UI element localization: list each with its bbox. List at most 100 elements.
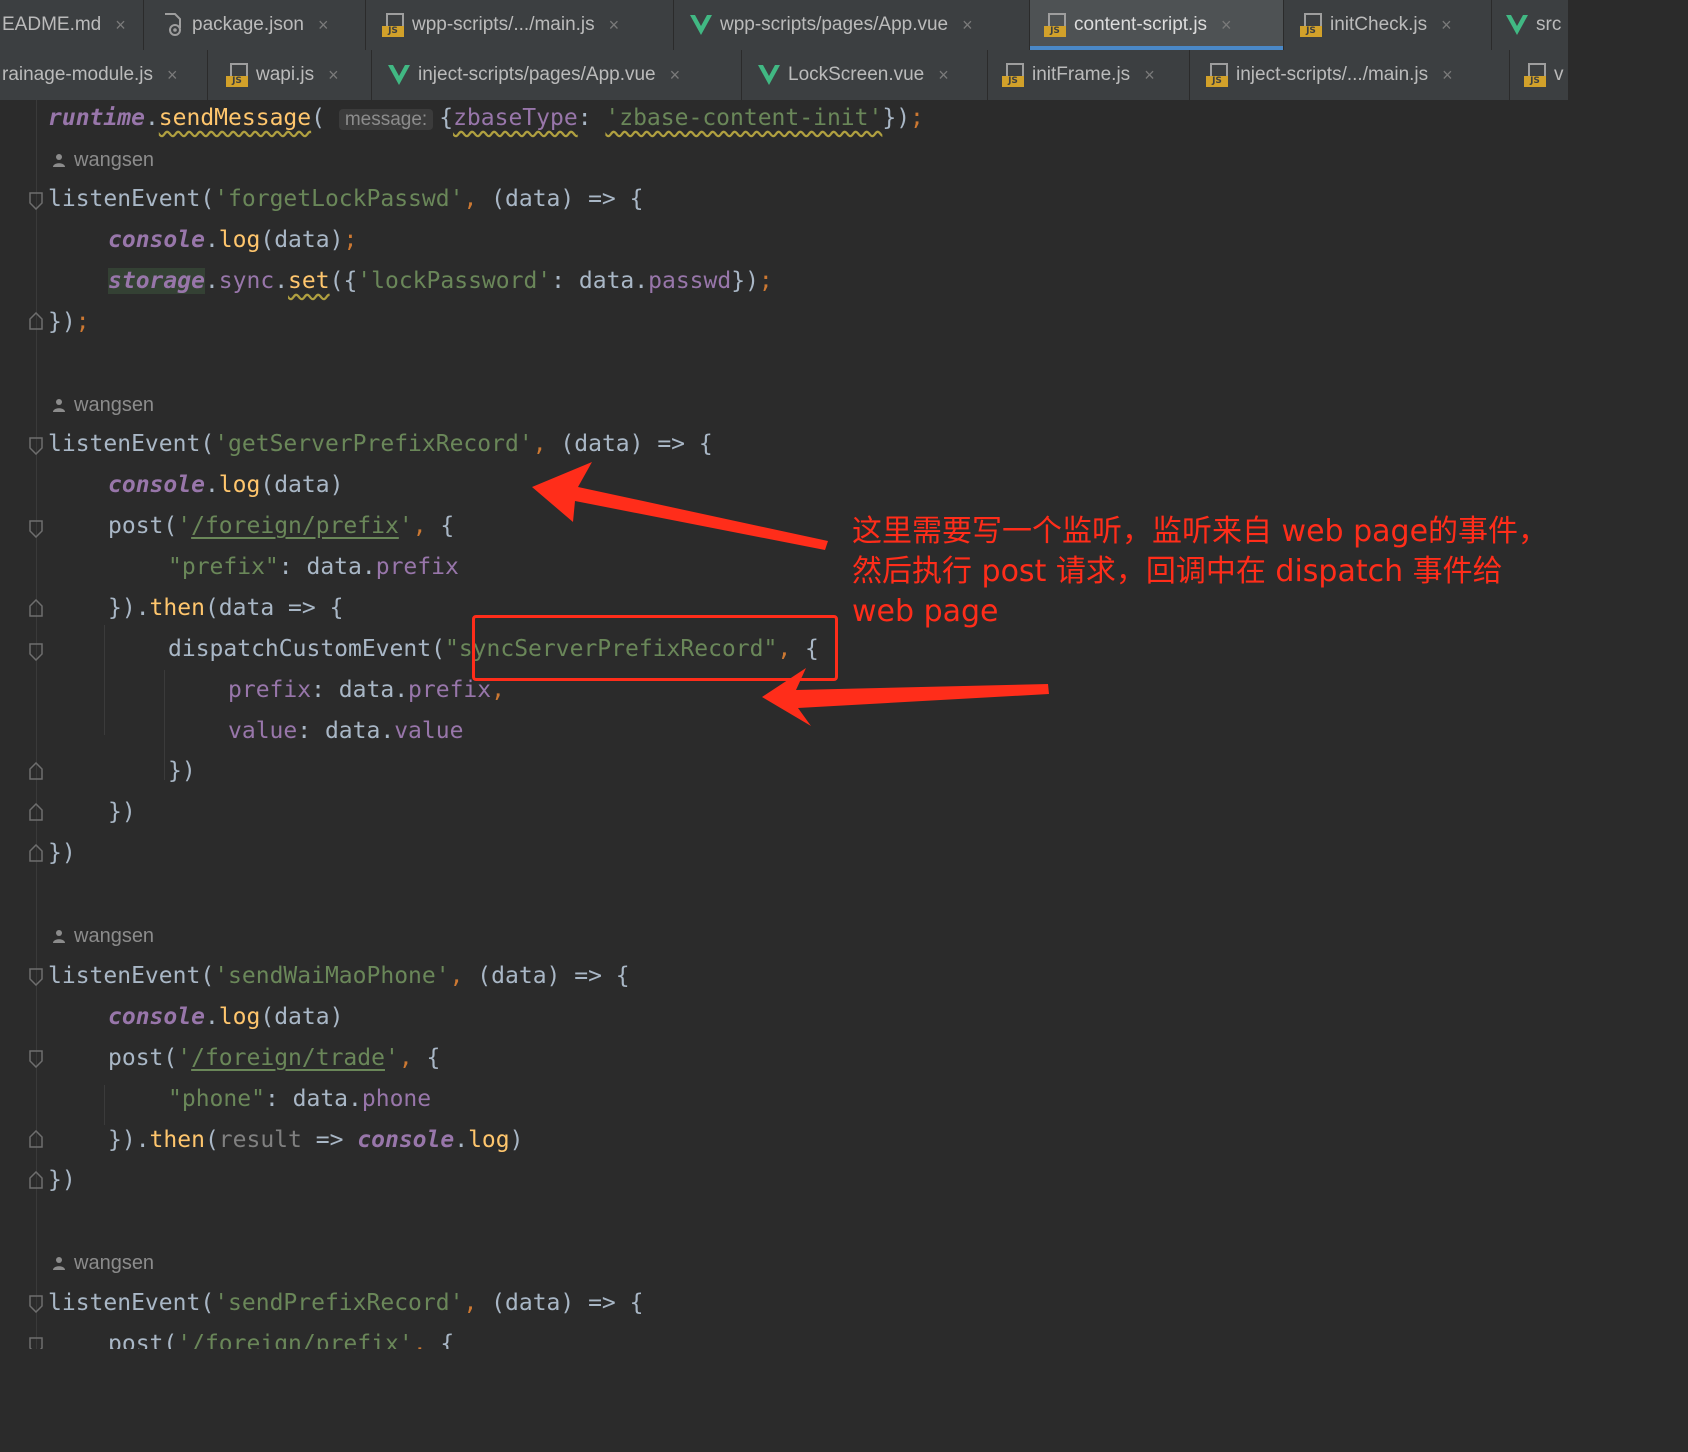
code-line: }) xyxy=(48,1167,76,1193)
close-icon[interactable]: × xyxy=(938,65,949,86)
close-icon[interactable]: × xyxy=(167,65,178,86)
tab-inject-app-vue[interactable]: inject-scripts/pages/App.vue × xyxy=(372,50,742,100)
fold-icon[interactable] xyxy=(29,192,43,210)
close-icon[interactable]: × xyxy=(1144,65,1155,86)
fold-icon[interactable] xyxy=(29,1295,43,1313)
tab-src[interactable]: src xyxy=(1492,0,1568,50)
code-editor[interactable]: runtime.sendMessage( message: {zbaseType:… xyxy=(0,100,1568,1349)
vue-file-icon xyxy=(388,65,410,85)
indent-guide xyxy=(104,1085,105,1125)
fold-icon[interactable] xyxy=(29,599,43,617)
code-line: listenEvent('forgetLockPasswd', (data) =… xyxy=(48,186,644,212)
code-line: post('/foreign/trade', { xyxy=(108,1045,441,1071)
tab-drainage-module-js[interactable]: rainage-module.js × xyxy=(0,50,208,100)
tab-label: inject-scripts/pages/App.vue xyxy=(418,64,656,85)
code-line: listenEvent('getServerPrefixRecord', (da… xyxy=(48,431,713,457)
fold-icon[interactable] xyxy=(29,437,43,455)
tab-package-json[interactable]: package.json × xyxy=(144,0,366,50)
tab-inject-main-js[interactable]: JS inject-scripts/.../main.js × xyxy=(1190,50,1510,100)
editor-tab-row-1: EADME.md × package.json × JS wpp-scripts… xyxy=(0,0,1568,51)
tab-label: package.json xyxy=(192,14,304,35)
tab-label: wapi.js xyxy=(256,64,315,85)
tab-wpp-app-vue[interactable]: wpp-scripts/pages/App.vue × xyxy=(674,0,1030,50)
close-icon[interactable]: × xyxy=(1442,65,1453,86)
vue-file-icon xyxy=(1506,15,1528,35)
author-hint: wangsen xyxy=(52,921,154,951)
code-line: runtime.sendMessage( message: {zbaseType:… xyxy=(48,105,924,131)
tab-label: rainage-module.js xyxy=(2,64,154,85)
person-icon xyxy=(53,930,65,943)
gutter xyxy=(36,100,37,1349)
editor-tab-row-2: rainage-module.js × JS wapi.js × inject-… xyxy=(0,50,1568,101)
code-line: storage.sync.set({'lockPassword': data.p… xyxy=(108,268,773,294)
json-file-icon xyxy=(165,13,181,36)
code-line: prefix: data.prefix, xyxy=(228,677,505,703)
person-icon xyxy=(53,399,65,412)
code-line: post('/foreign/prefix', { xyxy=(108,513,455,539)
tab-initcheck-js[interactable]: JS initCheck.js × xyxy=(1284,0,1492,50)
parameter-hint: message: xyxy=(338,109,434,130)
js-file-icon: JS xyxy=(1524,63,1546,87)
close-icon[interactable]: × xyxy=(328,65,339,86)
tab-label: inject-scripts/.../main.js xyxy=(1236,64,1429,85)
code-line: post('/foreign/prefix', { xyxy=(108,1331,455,1349)
fold-icon[interactable] xyxy=(29,1050,43,1068)
tab-readme[interactable]: EADME.md × xyxy=(0,0,144,50)
code-line: }) xyxy=(48,840,76,866)
close-icon[interactable]: × xyxy=(115,15,126,36)
fold-icon[interactable] xyxy=(29,1130,43,1148)
close-icon[interactable]: × xyxy=(670,65,681,86)
tab-label: LockScreen.vue xyxy=(788,64,925,85)
code-line: }).then(result => console.log) xyxy=(108,1127,524,1153)
annotation-note: 这里需要写一个监听，监听来自 web page的事件，然后执行 post 请求，… xyxy=(852,514,1549,629)
tab-label: v xyxy=(1554,64,1564,85)
tab-wpp-main-js[interactable]: JS wpp-scripts/.../main.js × xyxy=(366,0,674,50)
indent-guide xyxy=(104,625,105,735)
js-file-icon: JS xyxy=(1002,63,1024,87)
code-line: }) xyxy=(168,758,196,784)
tab-label: content-script.js xyxy=(1074,14,1208,35)
tab-content-script-js[interactable]: JS content-script.js × xyxy=(1030,0,1284,50)
close-icon[interactable]: × xyxy=(962,15,973,36)
indent-guide xyxy=(164,670,165,780)
js-file-icon: JS xyxy=(226,63,248,87)
tab-label: wpp-scripts/.../main.js xyxy=(412,14,595,35)
code-line: value: data.value xyxy=(228,718,464,744)
tab-initframe-js[interactable]: JS initFrame.js × xyxy=(988,50,1190,100)
js-file-icon: JS xyxy=(1044,13,1066,37)
author-hint: wangsen xyxy=(52,145,154,175)
code-line: console.log(data) xyxy=(108,472,344,498)
tab-v[interactable]: JS v xyxy=(1510,50,1568,100)
tab-wapi-js[interactable]: JS wapi.js × xyxy=(208,50,372,100)
code-line: console.log(data); xyxy=(108,227,358,253)
fold-icon[interactable] xyxy=(29,1337,43,1349)
fold-icon[interactable] xyxy=(29,803,43,821)
author-hint: wangsen xyxy=(52,1248,154,1278)
fold-icon[interactable] xyxy=(29,643,43,661)
fold-icon[interactable] xyxy=(29,1171,43,1189)
code-line: }) xyxy=(108,799,136,825)
tab-label: initFrame.js xyxy=(1032,64,1131,85)
fold-icon[interactable] xyxy=(29,844,43,862)
fold-icon[interactable] xyxy=(29,762,43,780)
code-line: listenEvent('sendWaiMaoPhone', (data) =>… xyxy=(48,963,630,989)
close-icon[interactable]: × xyxy=(1441,15,1452,36)
vue-file-icon xyxy=(758,65,780,85)
code-line: }).then(data => { xyxy=(108,595,344,621)
js-file-icon: JS xyxy=(1206,63,1228,87)
code-line: }); xyxy=(48,309,90,335)
fold-icon[interactable] xyxy=(29,520,43,538)
tab-lockscreen-vue[interactable]: LockScreen.vue × xyxy=(742,50,988,100)
tab-label: src xyxy=(1536,14,1562,35)
person-icon xyxy=(53,154,65,167)
code-line: "prefix": data.prefix xyxy=(168,554,459,580)
tab-label: initCheck.js xyxy=(1330,14,1428,35)
close-icon[interactable]: × xyxy=(1221,15,1232,36)
fold-icon[interactable] xyxy=(29,312,43,330)
fold-icon[interactable] xyxy=(29,968,43,986)
close-icon[interactable]: × xyxy=(609,15,620,36)
vue-file-icon xyxy=(690,15,712,35)
js-file-icon: JS xyxy=(1300,13,1322,37)
close-icon[interactable]: × xyxy=(318,15,329,36)
tab-label: EADME.md xyxy=(2,14,102,35)
